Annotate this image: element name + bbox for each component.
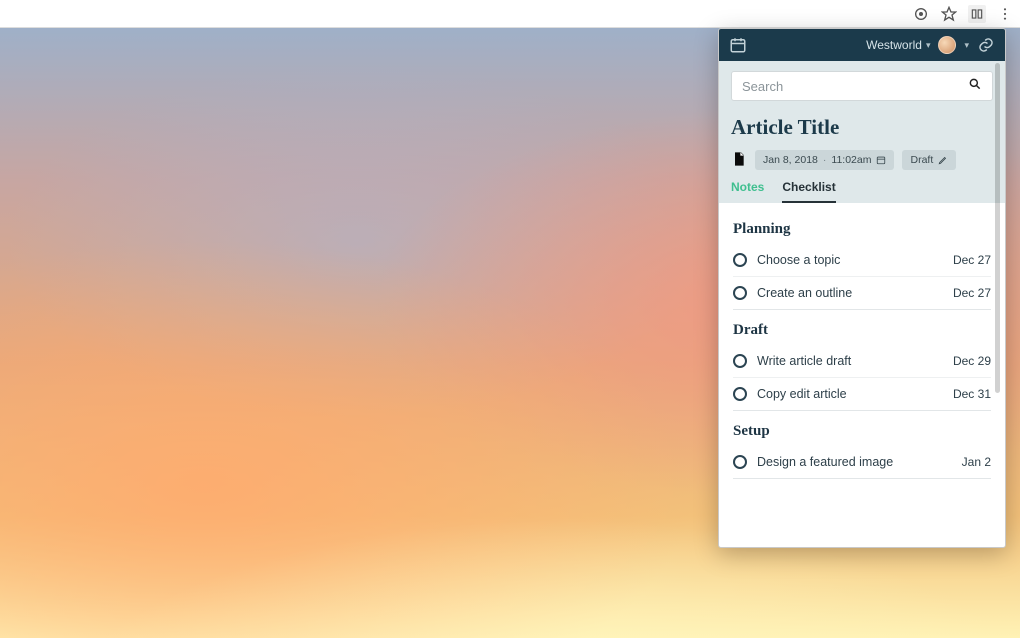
task-label: Copy edit article (757, 387, 943, 401)
article-meta: Jan 8, 2018 · 11:02am Draft (731, 150, 993, 170)
status-pill[interactable]: Draft (902, 150, 956, 170)
link-icon[interactable] (977, 36, 995, 54)
document-icon (731, 151, 747, 169)
tab-notes[interactable]: Notes (731, 180, 764, 203)
pencil-icon (938, 155, 948, 165)
workspace-name: Westworld (866, 38, 922, 52)
checkbox-icon[interactable] (733, 387, 747, 401)
article-title: Article Title (731, 115, 993, 140)
section-title: Draft (733, 322, 991, 339)
section-title: Planning (733, 221, 991, 238)
panel-topbar: Westworld ▾ ▾ (719, 29, 1005, 61)
task-row[interactable]: Copy edit article Dec 31 (733, 378, 991, 411)
section-title: Setup (733, 423, 991, 440)
browser-toolbar (0, 0, 1020, 28)
extension-panel: Westworld ▾ ▾ Article Title (718, 28, 1006, 548)
section-setup: Setup Design a featured image Jan 2 (733, 423, 991, 479)
section-draft: Draft Write article draft Dec 29 Copy ed… (733, 322, 991, 411)
tabs: Notes Checklist (731, 180, 993, 203)
task-row[interactable]: Write article draft Dec 29 (733, 345, 991, 378)
checkbox-icon[interactable] (733, 286, 747, 300)
panel-header: Article Title Jan 8, 2018 · 11:02am Draf… (719, 61, 1005, 203)
task-label: Create an outline (757, 286, 943, 300)
task-label: Write article draft (757, 354, 943, 368)
search-input[interactable] (742, 79, 968, 94)
task-due: Dec 31 (953, 387, 991, 401)
target-icon[interactable] (912, 5, 930, 23)
star-icon[interactable] (940, 5, 958, 23)
datetime-pill[interactable]: Jan 8, 2018 · 11:02am (755, 150, 894, 170)
task-label: Design a featured image (757, 455, 952, 469)
scrollbar[interactable] (995, 63, 1000, 393)
task-due: Dec 27 (953, 286, 991, 300)
extension-icon[interactable] (968, 5, 986, 23)
task-due: Dec 27 (953, 253, 991, 267)
task-row[interactable]: Create an outline Dec 27 (733, 277, 991, 310)
checkbox-icon[interactable] (733, 455, 747, 469)
article-date: Jan 8, 2018 (763, 154, 818, 166)
chevron-down-icon[interactable]: ▾ (964, 40, 969, 51)
tab-checklist[interactable]: Checklist (782, 180, 835, 203)
task-row[interactable]: Design a featured image Jan 2 (733, 446, 991, 479)
calendar-small-icon (876, 155, 886, 165)
calendar-icon[interactable] (729, 36, 747, 54)
task-due: Dec 29 (953, 354, 991, 368)
task-row[interactable]: Choose a topic Dec 27 (733, 244, 991, 277)
task-due: Jan 2 (962, 455, 991, 469)
workspace-selector[interactable]: Westworld ▾ (866, 38, 930, 52)
article-time: 11:02am (831, 154, 871, 166)
article-status: Draft (910, 154, 933, 166)
task-label: Choose a topic (757, 253, 943, 267)
checkbox-icon[interactable] (733, 354, 747, 368)
checkbox-icon[interactable] (733, 253, 747, 267)
menu-dots-icon[interactable] (996, 5, 1014, 23)
avatar[interactable] (938, 36, 956, 54)
checklist-content: Planning Choose a topic Dec 27 Create an… (719, 203, 1005, 547)
search-field[interactable] (731, 71, 993, 101)
section-planning: Planning Choose a topic Dec 27 Create an… (733, 221, 991, 310)
chevron-down-icon: ▾ (926, 40, 931, 51)
search-icon[interactable] (968, 77, 982, 96)
